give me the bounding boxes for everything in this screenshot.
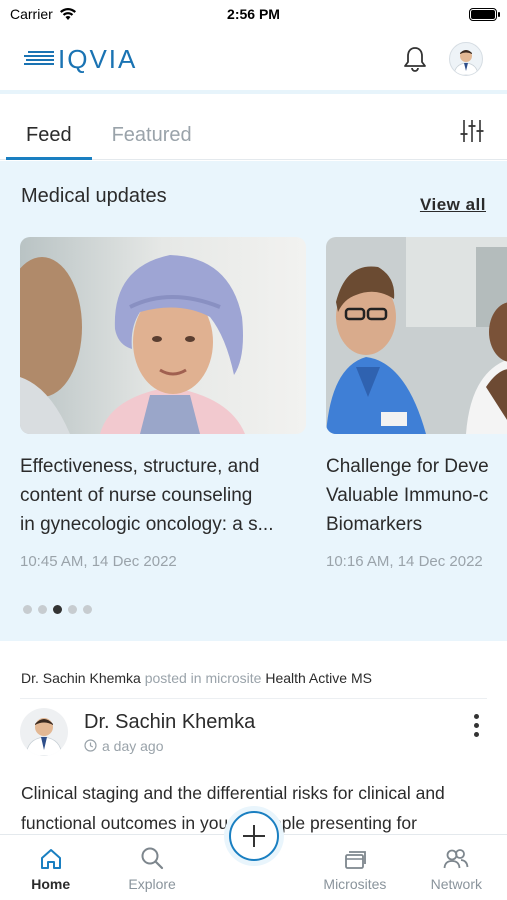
header-actions (403, 42, 483, 76)
pagination-dot[interactable] (68, 605, 77, 614)
view-all-link[interactable]: View all (420, 195, 486, 215)
pagination-dot[interactable] (23, 605, 32, 614)
add-post-button[interactable] (228, 811, 279, 861)
card-title-line: Challenge for Deve (326, 456, 489, 477)
logo-text: IQVIA (58, 43, 138, 74)
filter-sliders-icon[interactable] (459, 118, 485, 144)
clock-icon (84, 739, 97, 752)
iqvia-logo[interactable]: IQVIA (24, 44, 137, 75)
post-header: Dr. Sachin Khemka a day ago (20, 708, 487, 756)
card-image-patient (20, 237, 306, 434)
home-icon (40, 849, 61, 869)
card-title-line: in gynecologic oncology: a s... (20, 514, 274, 535)
card-title-line: content of nurse counseling (20, 485, 253, 506)
medical-updates-carousel[interactable]: Effectiveness, structure, and content of… (20, 237, 507, 570)
card-timestamp: 10:16 AM, 14 Dec 2022 (326, 553, 483, 570)
medical-update-card[interactable]: Effectiveness, structure, and content of… (20, 237, 306, 570)
profile-avatar[interactable] (449, 42, 483, 76)
feed-tabs: Feed Featured (0, 104, 507, 160)
medical-updates-section: Medical updates View all Effectiveness, … (0, 161, 507, 641)
bottom-navigation: Home Explore Microsites Network (0, 811, 507, 900)
card-title-line: Effectiveness, structure, and (20, 456, 260, 477)
doctor-avatar-icon (25, 718, 63, 756)
battery-icon (469, 7, 500, 21)
post-divider (20, 698, 487, 699)
carrier-label: Carrier (10, 6, 53, 22)
wifi-icon (59, 8, 76, 20)
nav-explore-label: Explore (128, 876, 176, 892)
search-icon (141, 847, 164, 870)
post-meta-microsite[interactable]: Health Active MS (265, 670, 372, 686)
status-bar: Carrier 2:56 PM (0, 0, 507, 28)
card-title-line: Biomarkers (326, 514, 423, 535)
app-header: IQVIA (0, 28, 507, 94)
post-meta-connector: posted in microsite (144, 670, 262, 686)
pagination-dot[interactable] (53, 605, 62, 614)
post-time-text: a day ago (102, 737, 164, 754)
tab-feed[interactable]: Feed (6, 124, 92, 160)
card-timestamp: 10:45 AM, 14 Dec 2022 (20, 553, 177, 570)
doctor-avatar-icon (453, 50, 479, 75)
microsites-icon (345, 851, 366, 869)
pagination-dot[interactable] (38, 605, 47, 614)
post-more-options-icon[interactable] (470, 710, 483, 741)
card-title-line: Valuable Immuno-c (326, 485, 489, 506)
nav-microsites-label: Microsites (323, 876, 387, 892)
nav-microsites[interactable]: Microsites (304, 835, 405, 900)
nav-network[interactable]: Network (406, 835, 507, 900)
nav-home-label: Home (31, 876, 71, 892)
pagination-dot[interactable] (83, 605, 92, 614)
carousel-pagination[interactable] (23, 605, 92, 614)
plus-icon (242, 825, 265, 847)
section-title: Medical updates (21, 185, 167, 207)
tab-featured[interactable]: Featured (92, 124, 212, 159)
logo-lines-icon (24, 51, 54, 65)
post-meta-author[interactable]: Dr. Sachin Khemka (21, 670, 141, 686)
nav-home[interactable]: Home (0, 835, 101, 900)
post-meta: Dr. Sachin Khemka posted in microsite He… (21, 670, 372, 686)
network-people-icon (443, 849, 469, 869)
card-image-doctors (326, 237, 507, 434)
status-left: Carrier (10, 6, 77, 22)
card-title: Effectiveness, structure, and content of… (20, 452, 306, 539)
medical-update-card[interactable]: Challenge for Deve Valuable Immuno-c Bio… (326, 237, 507, 570)
nav-network-label: Network (430, 876, 482, 892)
author-avatar[interactable] (20, 708, 68, 756)
card-title: Challenge for Deve Valuable Immuno-c Bio… (326, 452, 507, 539)
author-name[interactable]: Dr. Sachin Khemka (84, 711, 255, 734)
post-author-block: Dr. Sachin Khemka a day ago (84, 711, 255, 754)
notification-bell-icon[interactable] (403, 46, 427, 72)
nav-center (203, 811, 304, 900)
post-time: a day ago (84, 738, 255, 754)
nav-explore[interactable]: Explore (101, 835, 202, 900)
